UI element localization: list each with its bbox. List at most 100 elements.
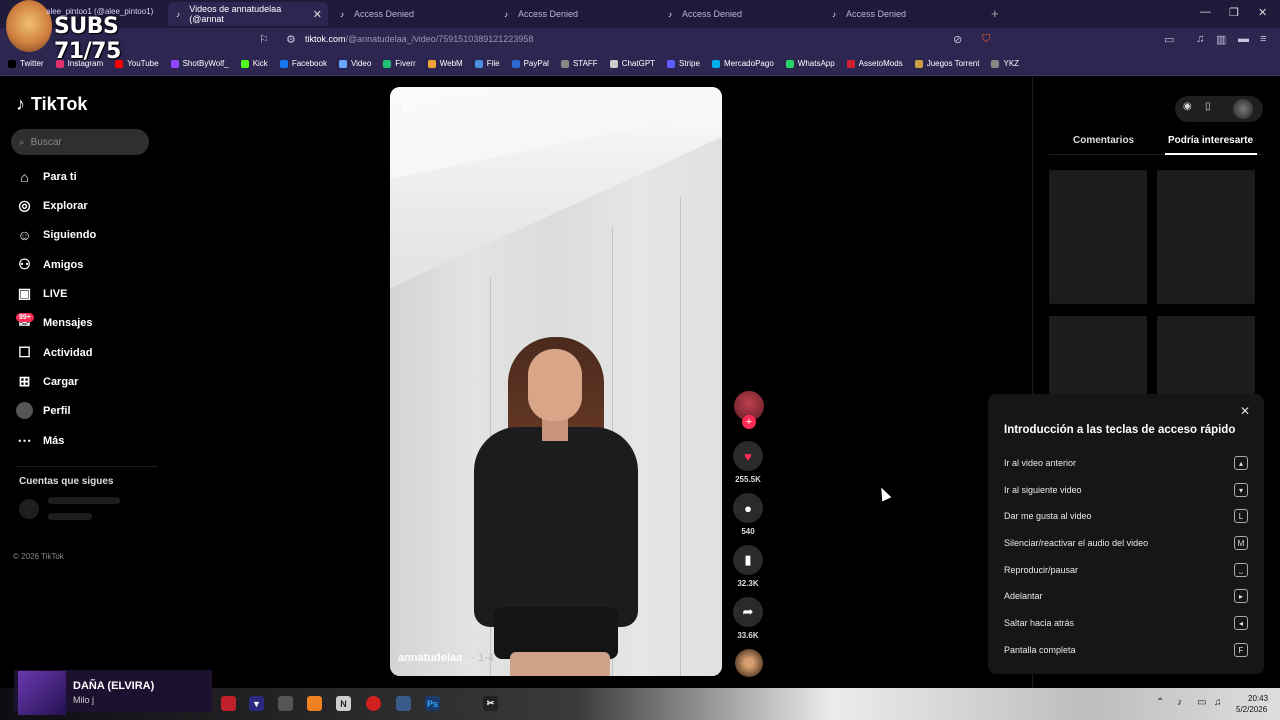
- search-input[interactable]: [30, 136, 131, 148]
- no-translate-icon[interactable]: ⊘: [953, 33, 962, 46]
- obs-icon[interactable]: [454, 696, 469, 711]
- suggested-video-thumb[interactable]: [1157, 170, 1255, 304]
- share-count: 33.6K: [737, 631, 759, 640]
- bookmark-icon[interactable]: ▮: [733, 545, 763, 575]
- brave-shield-icon[interactable]: ⛉: [982, 33, 990, 46]
- follow-plus-icon[interactable]: +: [742, 415, 756, 429]
- bookmark-item[interactable]: WebM: [427, 59, 463, 68]
- photoshop-icon[interactable]: Ps: [425, 696, 440, 711]
- comment-action[interactable]: ● 540: [733, 493, 763, 536]
- bookmark-favicon-icon: [279, 59, 288, 68]
- bookmark-item[interactable]: MercadoPago: [711, 59, 774, 68]
- nav-actividad[interactable]: ☐ Actividad: [16, 344, 93, 361]
- bookmark-item[interactable]: AssetoMods: [846, 59, 903, 68]
- app-a-icon[interactable]: [307, 696, 322, 711]
- panel-icon[interactable]: ▥: [1216, 33, 1226, 46]
- new-tab-icon[interactable]: +: [991, 6, 999, 21]
- active-tab-underline: [1165, 153, 1257, 155]
- bookmark-item[interactable]: STAFF: [560, 59, 598, 68]
- tab-maybe-interested[interactable]: Podría interesarte: [1168, 135, 1253, 146]
- bookmark-item[interactable]: Fiverr: [383, 59, 416, 68]
- search-box[interactable]: ⌕: [11, 129, 149, 155]
- like-action[interactable]: ♥ 255.5K: [733, 441, 763, 484]
- minimize-icon[interactable]: —: [1200, 6, 1211, 18]
- site-info-icon[interactable]: ⚙: [286, 33, 296, 46]
- bookmark-item[interactable]: WhatsApp: [785, 59, 835, 68]
- bookmark-favicon-icon: [711, 59, 720, 68]
- close-window-icon[interactable]: ✕: [1258, 6, 1267, 19]
- youtube-music-icon[interactable]: [366, 696, 381, 711]
- microphone-icon[interactable]: ♪: [1177, 697, 1182, 708]
- capcut-icon[interactable]: ✂: [483, 696, 498, 711]
- bookmark-item[interactable]: YKZ: [991, 59, 1019, 68]
- ubisoft-icon[interactable]: ▼: [249, 696, 264, 711]
- suggested-video-thumb[interactable]: [1049, 170, 1147, 304]
- home-icon: ⌂: [20, 168, 29, 185]
- video-author[interactable]: annatudelaa_ · 1-4: [398, 652, 494, 664]
- game-app-icon[interactable]: [221, 696, 236, 711]
- clock-time[interactable]: 20:43: [1248, 694, 1268, 703]
- bookmark-item[interactable]: Facebook: [279, 59, 327, 68]
- nav-live[interactable]: ▣ LIVE: [16, 285, 68, 302]
- media-icon[interactable]: ♫: [1196, 33, 1204, 45]
- app-shield-icon[interactable]: [396, 696, 411, 711]
- sidebar-toggle-icon[interactable]: ▭: [1164, 33, 1174, 46]
- share-action[interactable]: ➦ 33.6K: [733, 597, 763, 640]
- friends-icon: ⚇: [18, 256, 31, 272]
- tiktok-logo[interactable]: ♪ TikTok: [16, 94, 87, 115]
- bookmark-icon[interactable]: ⚐: [259, 33, 269, 46]
- compass-icon[interactable]: ◉: [1183, 101, 1192, 112]
- nav-amigos[interactable]: ⚇ Amigos: [16, 256, 83, 273]
- nav-cargar[interactable]: ⊞ Cargar: [16, 373, 79, 390]
- nav-label: Actividad: [43, 346, 93, 359]
- bookmark-item[interactable]: Video: [338, 59, 372, 68]
- controller-icon[interactable]: [278, 696, 293, 711]
- url-field[interactable]: tiktok.com/@annatudelaa_/video/759151038…: [305, 34, 533, 44]
- muted-speaker-icon[interactable]: 🔇︎: [402, 99, 411, 116]
- bookmark-item[interactable]: Stripe: [667, 59, 700, 68]
- share-icon[interactable]: ➦: [733, 597, 763, 627]
- bookmark-favicon-icon: [914, 59, 923, 68]
- tray-expand-icon[interactable]: ⌃: [1156, 697, 1164, 708]
- bookmark-item[interactable]: Twitter: [8, 59, 44, 68]
- tab-tiktok-video[interactable]: ♪ Videos de annatudelaa (@annat ✕: [168, 2, 328, 26]
- tab-comments[interactable]: Comentarios: [1073, 135, 1134, 146]
- close-icon[interactable]: ✕: [1240, 404, 1250, 418]
- bookmark-item[interactable]: Kick: [240, 59, 268, 68]
- app-n-icon[interactable]: N: [336, 696, 351, 711]
- save-action[interactable]: ▮ 32.3K: [733, 545, 763, 588]
- compass-icon: ◎: [18, 197, 31, 213]
- comment-icon[interactable]: ●: [733, 493, 763, 523]
- tab-access-denied-3[interactable]: ♪ Access Denied: [660, 2, 820, 26]
- nav-para-ti[interactable]: ⌂ Para ti: [16, 168, 76, 185]
- bookmark-item[interactable]: PayPal: [511, 59, 549, 68]
- network-icon[interactable]: ▭: [1197, 697, 1206, 708]
- bookmark-label: File: [486, 59, 500, 68]
- bookmark-label: Video: [350, 59, 372, 68]
- close-tab-icon[interactable]: ✕: [313, 8, 322, 21]
- tab-access-denied-4[interactable]: ♪ Access Denied: [824, 2, 984, 26]
- nav-label: Siguiendo: [43, 228, 97, 241]
- volume-icon[interactable]: ♫: [1214, 697, 1222, 708]
- bookmark-item[interactable]: ShotByWolf_: [170, 59, 229, 68]
- tab-access-denied-1[interactable]: ♪ Access Denied: [332, 2, 492, 26]
- nav-perfil[interactable]: Perfil: [16, 402, 71, 419]
- vpn-icon[interactable]: ▬: [1238, 33, 1249, 45]
- bookmark-favicon-icon: [511, 59, 520, 68]
- video-player[interactable]: 🔇︎ annatudelaa_ · 1-4: [390, 87, 722, 676]
- user-avatar[interactable]: [1233, 99, 1253, 119]
- menu-icon[interactable]: ≡: [1260, 33, 1266, 45]
- tab-access-denied-2[interactable]: ♪ Access Denied: [496, 2, 656, 26]
- nav-mas[interactable]: ⋯ Más: [16, 432, 65, 449]
- music-disc-icon[interactable]: [735, 649, 763, 677]
- clock-date[interactable]: 5/2/2026: [1236, 705, 1267, 714]
- phone-icon[interactable]: ▯: [1205, 101, 1211, 112]
- bookmark-item[interactable]: File: [474, 59, 500, 68]
- nav-explorar[interactable]: ◎ Explorar: [16, 197, 87, 214]
- m-key-icon: M: [1234, 536, 1248, 550]
- nav-siguiendo[interactable]: ☺ Siguiendo: [16, 226, 96, 243]
- restore-icon[interactable]: ❐: [1229, 6, 1239, 19]
- bookmark-item[interactable]: ChatGPT: [609, 59, 655, 68]
- bookmark-item[interactable]: Juegos Torrent: [914, 59, 979, 68]
- heart-icon[interactable]: ♥: [733, 441, 763, 471]
